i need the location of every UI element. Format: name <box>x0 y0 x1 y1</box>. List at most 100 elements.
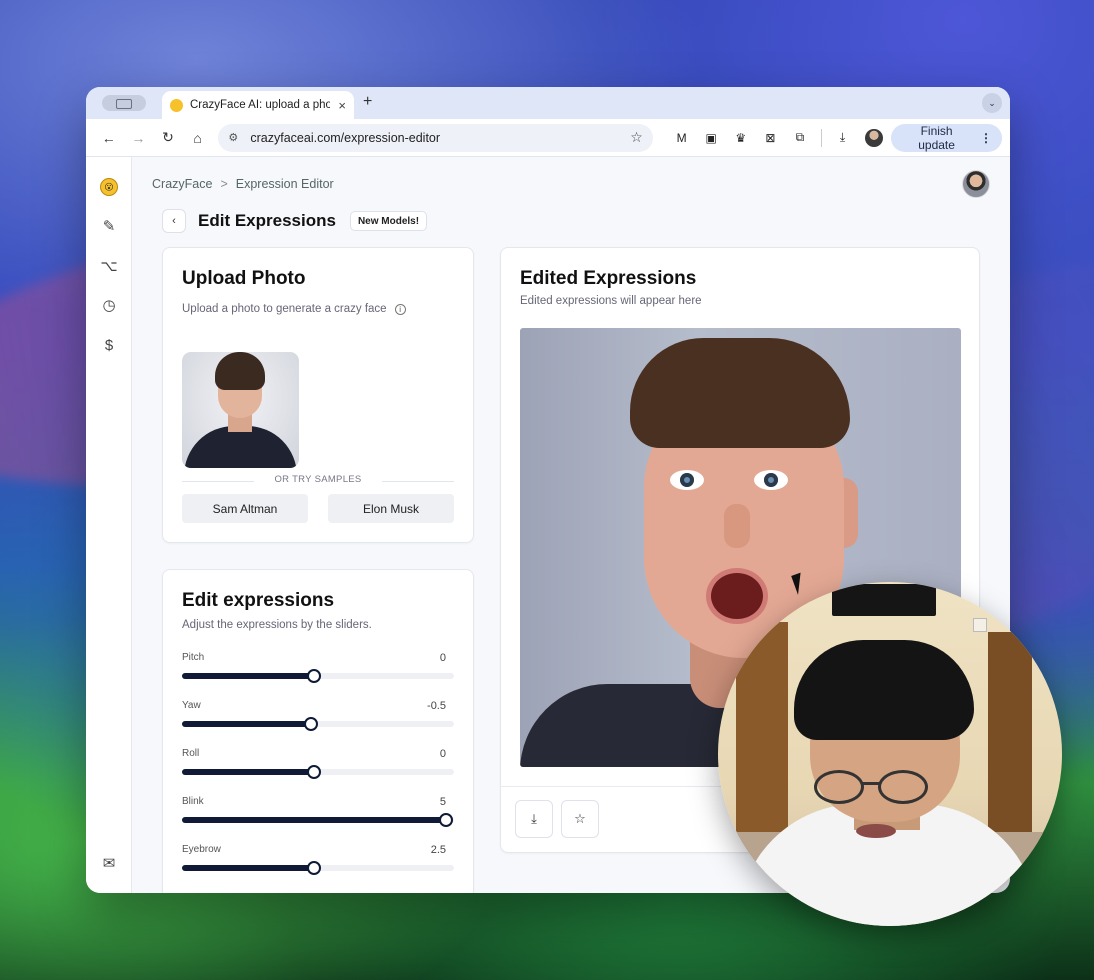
slider-label: Roll <box>182 748 200 759</box>
extension-box-icon[interactable]: ⊠ <box>756 123 786 153</box>
result-nose-shape <box>724 504 750 548</box>
upload-photo-card: Upload Photo Upload a photo to generate … <box>162 247 474 543</box>
webcam-glasses-right <box>878 770 928 804</box>
history-icon[interactable]: ◷ <box>99 295 119 315</box>
slider-thumb[interactable] <box>307 861 321 875</box>
extensions-puzzle-icon[interactable]: ⧉ <box>785 123 815 153</box>
slider-value: 0 <box>439 748 446 760</box>
result-eye-left <box>670 470 704 490</box>
result-hair-shape <box>630 338 850 448</box>
reload-icon[interactable]: ↻ <box>153 123 183 153</box>
tab-search-button[interactable] <box>102 95 146 111</box>
slider-label: Blink <box>182 796 204 807</box>
extension-m-icon[interactable]: M <box>667 123 697 153</box>
avatar[interactable] <box>962 170 990 198</box>
webcam-door-shape <box>988 632 1032 852</box>
favicon-icon <box>170 98 183 112</box>
logo-icon[interactable]: 😮 <box>99 177 119 197</box>
slider-thumb[interactable] <box>307 669 321 683</box>
webcam-hair-shape <box>794 640 974 740</box>
slider-value: 0 <box>439 652 446 664</box>
magic-wand-icon[interactable]: ✎ <box>99 216 119 236</box>
slider-track[interactable] <box>182 765 454 779</box>
slider-thumb[interactable] <box>307 765 321 779</box>
slider-label: Pitch <box>182 652 205 663</box>
profile-avatar[interactable] <box>865 128 884 147</box>
mail-icon[interactable]: ✉ <box>99 853 119 873</box>
slider-eyebrow[interactable]: Eyebrow 2.5 <box>182 844 454 884</box>
slider-label: Yaw <box>182 700 201 711</box>
extension-screen-icon[interactable]: ▣ <box>696 123 726 153</box>
breadcrumb-current: Expression Editor <box>235 177 334 191</box>
bookmark-star-icon[interactable]: ☆ <box>630 129 643 146</box>
sample-elon-musk-button[interactable]: Elon Musk <box>328 494 454 523</box>
tab-crazyface[interactable]: CrazyFace AI: upload a photo × <box>162 91 354 119</box>
slider-fill <box>182 865 314 871</box>
download-icon[interactable]: ⤓ <box>828 123 858 153</box>
edit-subtitle: Adjust the expressions by the sliders. <box>182 619 372 631</box>
slider-fill <box>182 721 311 727</box>
slider-fill <box>182 673 314 679</box>
webcam-outlet-shape <box>973 618 987 632</box>
result-mouth-shape <box>706 568 768 624</box>
more-vert-icon: ⋮ <box>980 130 992 145</box>
forward-arrow-icon[interactable]: → <box>124 123 154 153</box>
slider-fill <box>182 817 446 823</box>
slider-track[interactable] <box>182 717 454 731</box>
finish-update-label: Finish update <box>918 123 955 152</box>
download-button[interactable]: ⤓ <box>515 800 553 838</box>
result-title: Edited Expressions <box>520 268 697 289</box>
favorite-button[interactable]: ☆ <box>561 800 599 838</box>
star-icon: ☆ <box>574 811 586 826</box>
samples-label: OR TRY SAMPLES <box>274 474 362 485</box>
title-row: ‹ Edit Expressions New Models! <box>162 209 428 233</box>
chevron-down-icon[interactable]: ⌄ <box>982 93 1002 113</box>
info-icon[interactable]: i <box>394 304 406 315</box>
extension-crown-icon[interactable]: ♛ <box>726 123 756 153</box>
site-settings-icon[interactable]: ⚙ <box>228 131 246 144</box>
breadcrumb: CrazyFace > Expression Editor <box>152 177 334 191</box>
slider-blink[interactable]: Blink 5 <box>182 796 454 836</box>
webcam-mouth-shape <box>856 824 896 838</box>
slider-thumb[interactable] <box>439 813 453 827</box>
download-icon: ⤓ <box>531 811 537 826</box>
back-arrow-icon[interactable]: ← <box>94 123 124 153</box>
tab-bar: CrazyFace AI: upload a photo × + ⌄ <box>86 87 1010 119</box>
webcam-overlay <box>718 582 1062 926</box>
page-title: Edit Expressions <box>198 211 336 230</box>
breadcrumb-root[interactable]: CrazyFace <box>152 177 212 191</box>
dollar-icon[interactable]: $ <box>99 335 119 355</box>
finish-update-button[interactable]: Finish update ⋮ <box>891 123 1002 152</box>
slider-value: 5 <box>439 796 446 808</box>
webcam-tv-shape <box>832 584 936 616</box>
slider-pitch[interactable]: Pitch 0 <box>182 652 454 692</box>
slider-thumb[interactable] <box>303 717 318 731</box>
slider-value: 2.5 <box>430 844 446 856</box>
result-subtitle: Edited expressions will appear here <box>520 295 702 307</box>
slider-yaw[interactable]: Yaw -0.5 <box>182 700 454 740</box>
slider-roll[interactable]: Roll 0 <box>182 748 454 788</box>
uploaded-photo-thumbnail[interactable] <box>182 352 299 468</box>
slider-track[interactable] <box>182 813 454 827</box>
slider-track[interactable] <box>182 861 454 875</box>
url-text[interactable]: crazyfaceai.com/expression-editor <box>250 131 630 145</box>
side-rail: 😮 ✎ ⌥ ◷ $ ✉ <box>86 157 132 893</box>
new-tab-button[interactable]: + <box>363 93 372 111</box>
slider-track[interactable] <box>182 669 454 683</box>
thumb-hair-shape <box>215 352 265 390</box>
edit-title: Edit expressions <box>182 590 335 611</box>
home-icon[interactable]: ⌂ <box>183 123 213 153</box>
new-models-badge: New Models! <box>349 211 428 231</box>
thumb-body-shape <box>184 426 297 468</box>
workflow-icon[interactable]: ⌥ <box>99 256 119 276</box>
address-bar[interactable]: ⚙ crazyfaceai.com/expression-editor ☆ <box>218 123 653 152</box>
result-eye-right <box>754 470 788 490</box>
close-icon[interactable]: × <box>338 98 346 113</box>
upload-subtitle: Upload a photo to generate a crazy face i <box>182 303 406 315</box>
slider-value: -0.5 <box>427 700 446 712</box>
sample-sam-altman-button[interactable]: Sam Altman <box>182 494 308 523</box>
webcam-glasses-bridge <box>862 782 880 785</box>
breadcrumb-separator: > <box>220 177 228 191</box>
back-button[interactable]: ‹ <box>162 209 186 233</box>
toolbar-divider <box>820 128 822 147</box>
